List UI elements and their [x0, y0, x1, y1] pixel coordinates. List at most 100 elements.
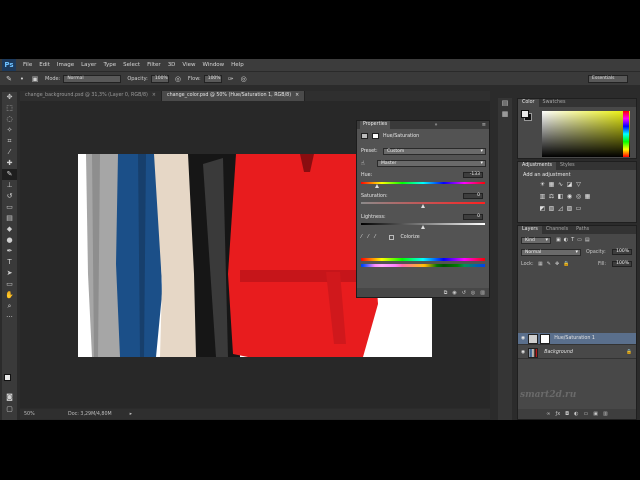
- shape-filter-icon[interactable]: ▭: [577, 237, 582, 243]
- blend-mode-select[interactable]: Normal: [521, 249, 581, 256]
- levels-icon[interactable]: ▦: [547, 181, 556, 189]
- type-filter-icon[interactable]: T: [571, 237, 574, 243]
- color-balance-icon[interactable]: ⚖: [547, 193, 556, 201]
- photo-filter-icon[interactable]: ◉: [565, 193, 574, 201]
- layer-row-background[interactable]: ◉ Background 🔒: [518, 347, 636, 359]
- healing-tool-icon[interactable]: ✚: [2, 158, 17, 169]
- new-layer-icon[interactable]: ▣: [593, 411, 598, 417]
- opacity-field[interactable]: 100%: [150, 74, 169, 83]
- lock-pixels-icon[interactable]: ✎: [547, 261, 551, 267]
- menu-view[interactable]: View: [182, 62, 195, 68]
- foreground-color-swatch[interactable]: [4, 374, 11, 381]
- quick-mask-icon[interactable]: ◙: [2, 392, 17, 403]
- menu-type[interactable]: Type: [103, 62, 116, 68]
- visibility-icon[interactable]: ◎: [471, 290, 475, 296]
- eyedropper-plus-icon[interactable]: ⁄: [368, 235, 369, 240]
- menu-file[interactable]: File: [23, 62, 32, 68]
- eyedropper-tool-icon[interactable]: ⁄: [2, 147, 17, 158]
- quick-select-tool-icon[interactable]: ✧: [2, 125, 17, 136]
- type-tool-icon[interactable]: T: [2, 257, 17, 268]
- collapse-icon[interactable]: »: [434, 122, 437, 128]
- eyedropper-icon[interactable]: ⁄: [361, 235, 362, 240]
- saturation-slider-thumb[interactable]: [420, 204, 425, 208]
- smart-object-filter-icon[interactable]: ▤: [585, 237, 590, 243]
- properties-panel-icon[interactable]: ▦: [498, 109, 512, 120]
- visibility-eye-icon[interactable]: ◉: [521, 350, 525, 355]
- mask-icon[interactable]: [372, 133, 379, 139]
- pen-tool-icon[interactable]: ✒: [2, 246, 17, 257]
- lock-transparency-icon[interactable]: ▦: [538, 261, 543, 267]
- close-icon[interactable]: ×: [152, 93, 156, 98]
- color-lookup-icon[interactable]: ▦: [583, 193, 592, 201]
- tab-adjustments[interactable]: Adjustments: [518, 162, 557, 170]
- preset-select[interactable]: Custom: [383, 148, 486, 155]
- pixel-filter-icon[interactable]: ▣: [556, 237, 561, 243]
- menu-help[interactable]: Help: [231, 62, 244, 68]
- selective-color-icon[interactable]: ▨: [565, 205, 574, 213]
- menu-filter[interactable]: Filter: [147, 62, 161, 68]
- layer-style-icon[interactable]: ƒx: [555, 411, 560, 417]
- tab-channels[interactable]: Channels: [542, 226, 572, 234]
- tab-paths[interactable]: Paths: [572, 226, 593, 234]
- panel-menu-icon[interactable]: ≡: [482, 122, 486, 128]
- clip-to-layer-icon[interactable]: ⧉: [444, 290, 448, 296]
- brush-tool-icon[interactable]: ✎: [5, 75, 13, 83]
- menu-image[interactable]: Image: [57, 62, 74, 68]
- marquee-tool-icon[interactable]: ⬚: [2, 103, 17, 114]
- brush-panel-icon[interactable]: ▣: [31, 75, 39, 83]
- new-adjustment-icon[interactable]: ◐: [574, 411, 578, 417]
- blur-tool-icon[interactable]: ◆: [2, 224, 17, 235]
- menu-3d[interactable]: 3D: [168, 62, 176, 68]
- vibrance-icon[interactable]: ▽: [574, 181, 583, 189]
- crop-tool-icon[interactable]: ⌗: [2, 136, 17, 147]
- new-group-icon[interactable]: ▭: [584, 411, 589, 417]
- target-adjust-icon[interactable]: ☝: [361, 160, 365, 167]
- brightness-contrast-icon[interactable]: ☀: [538, 181, 547, 189]
- delete-icon[interactable]: ▥: [480, 290, 485, 296]
- airbrush-icon[interactable]: ✑: [227, 75, 235, 83]
- hue-slider[interactable]: [361, 182, 485, 184]
- gradient-tool-icon[interactable]: ▤: [2, 213, 17, 224]
- tab-layers[interactable]: Layers: [518, 226, 542, 234]
- view-previous-icon[interactable]: ◉: [452, 290, 456, 296]
- foreground-color-chip[interactable]: [521, 110, 529, 118]
- properties-tab[interactable]: Properties: [360, 121, 391, 129]
- channel-select[interactable]: Master: [377, 160, 486, 167]
- tab-change-background[interactable]: change_background.psd @ 31,3% (Layer 0, …: [20, 91, 162, 101]
- history-panel-icon[interactable]: ▤: [498, 98, 512, 109]
- zoom-tool-icon[interactable]: ⌕: [2, 301, 17, 312]
- pressure-size-icon[interactable]: ◎: [240, 75, 248, 83]
- color-hue-strip[interactable]: [623, 111, 629, 157]
- layer-filter-kind-select[interactable]: Kind: [521, 237, 551, 244]
- menu-select[interactable]: Select: [123, 62, 140, 68]
- hue-value[interactable]: -133: [463, 172, 483, 178]
- add-mask-icon[interactable]: ◘: [565, 411, 569, 417]
- lightness-value[interactable]: 0: [463, 214, 483, 220]
- black-white-icon[interactable]: ◧: [556, 193, 565, 201]
- pressure-opacity-icon[interactable]: ◎: [174, 75, 182, 83]
- hue-slider-thumb[interactable]: [374, 184, 379, 188]
- saturation-value[interactable]: 0: [463, 193, 483, 199]
- menu-window[interactable]: Window: [202, 62, 224, 68]
- lock-position-icon[interactable]: ✥: [555, 261, 559, 267]
- clone-stamp-tool-icon[interactable]: ⊥: [2, 180, 17, 191]
- eyedropper-minus-icon[interactable]: ⁄: [375, 235, 376, 240]
- mode-select[interactable]: Normal: [63, 74, 122, 83]
- tab-change-color[interactable]: change_color.psd @ 50% (Hue/Saturation 1…: [161, 91, 306, 101]
- path-select-tool-icon[interactable]: ➤: [2, 268, 17, 279]
- workspace-select[interactable]: Essentials: [588, 75, 628, 83]
- eraser-tool-icon[interactable]: ▭: [2, 202, 17, 213]
- menu-edit[interactable]: Edit: [39, 62, 50, 68]
- gradient-map-icon[interactable]: ▭: [574, 205, 583, 213]
- visibility-eye-icon[interactable]: ◉: [521, 336, 525, 341]
- shape-tool-icon[interactable]: ▭: [2, 279, 17, 290]
- brush-tool-icon[interactable]: ✎: [2, 169, 17, 180]
- link-layers-icon[interactable]: ∞: [546, 411, 550, 417]
- tab-color[interactable]: Color: [518, 99, 539, 107]
- reset-icon[interactable]: ↺: [462, 290, 466, 296]
- lasso-tool-icon[interactable]: ◌: [2, 114, 17, 125]
- layer-row-hue-saturation[interactable]: ◉ Hue/Saturation 1: [518, 333, 636, 345]
- menu-layer[interactable]: Layer: [81, 62, 96, 68]
- posterize-icon[interactable]: ▧: [547, 205, 556, 213]
- move-tool-icon[interactable]: ✥: [2, 92, 17, 103]
